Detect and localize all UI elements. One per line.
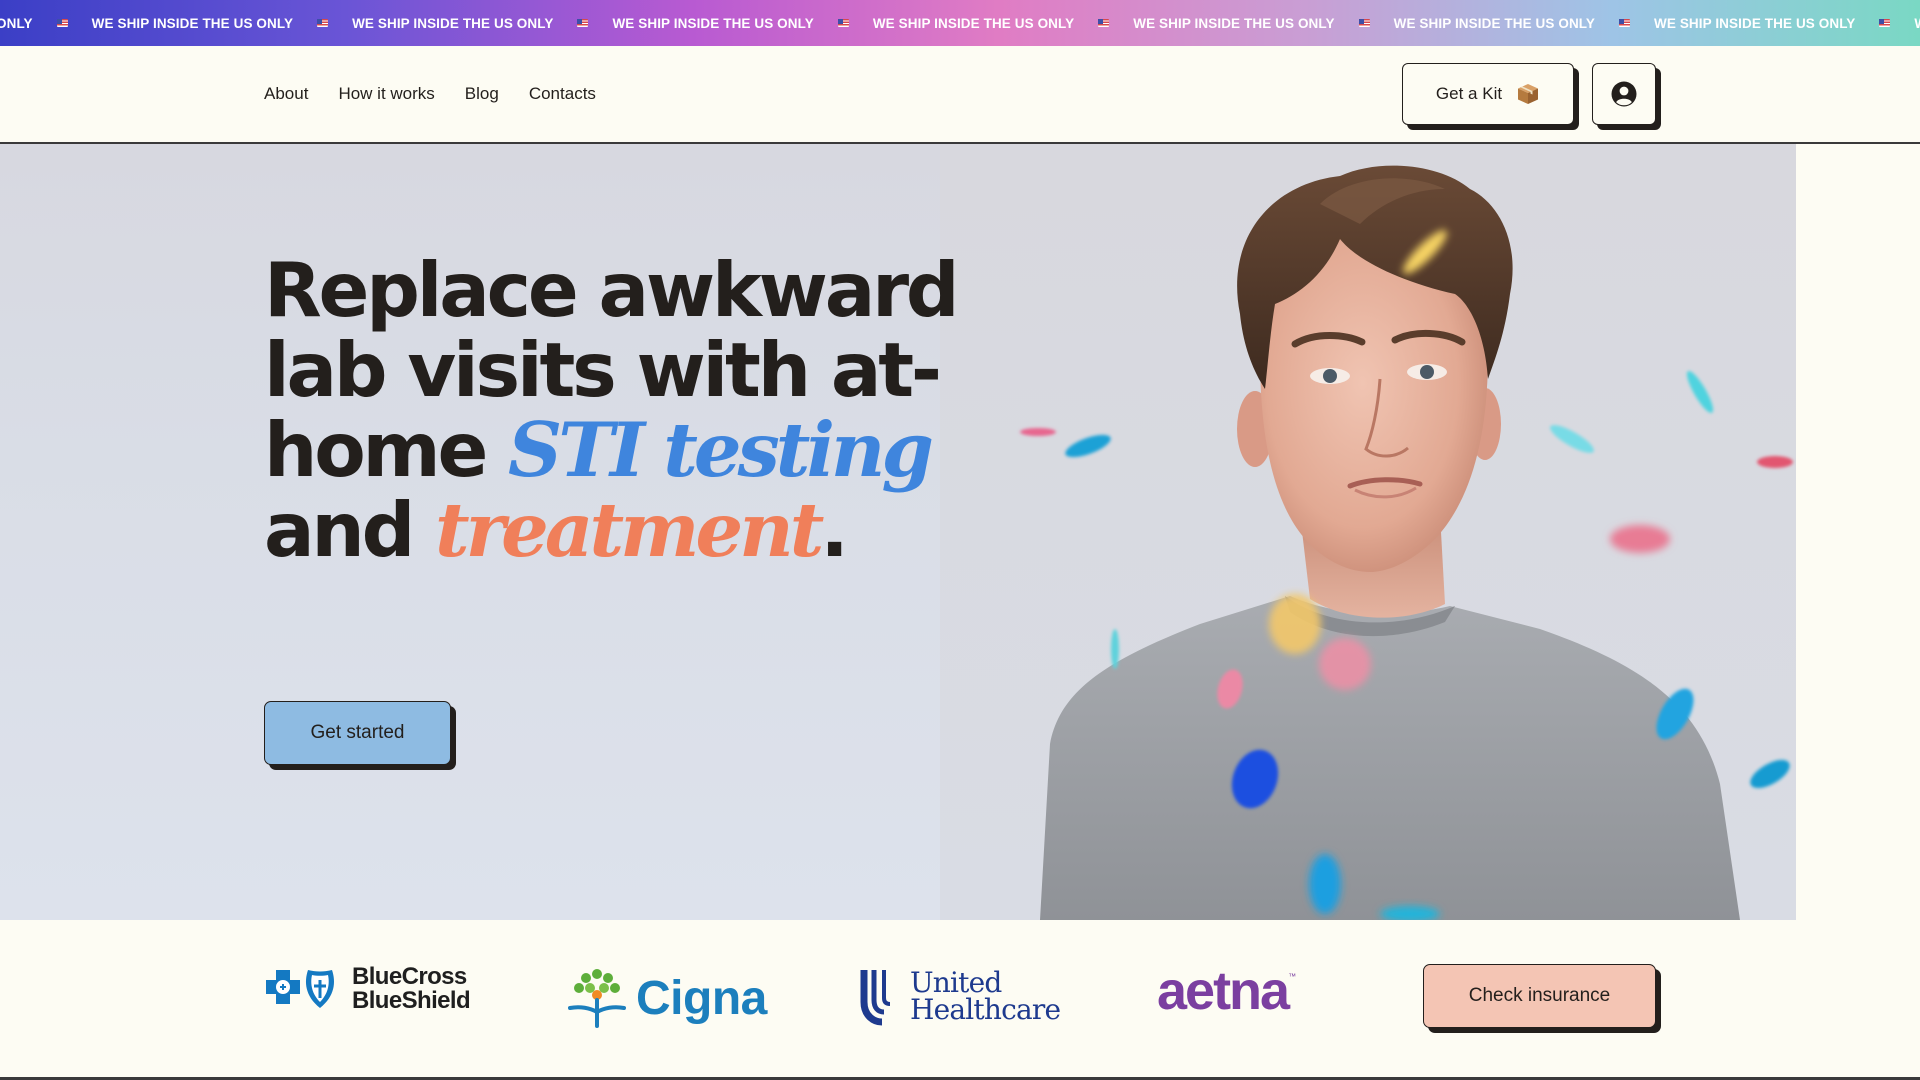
aetna-logo: aetna ™ [1157,960,1296,1022]
bluecross-blueshield-logo: BlueCross BlueShield [264,963,471,1014]
hero-section: Replace awkward lab visits with at-home … [0,144,1920,920]
main-nav: About How it works Blog Contacts [264,46,596,142]
headline-highlight-treatment: treatment [435,486,824,574]
us-flag-icon [317,19,329,27]
bcbs-cross-shield-icon [266,970,335,1008]
banner-item: WE SHIP I [1890,16,1920,31]
banner-item: WE SHIP INSIDE THE US ONLY [68,15,329,31]
hero-photo-young-man-confetti [940,144,1796,920]
banner-text: WE SHIP INSIDE THE US ONLY [612,15,814,31]
headline-highlight-sti-testing: STI testing [508,406,934,494]
insurance-partners-strip: BlueCross BlueShield Cigna United Health… [0,920,1920,1080]
check-insurance-button[interactable]: Check insurance [1423,964,1656,1028]
banner-text: WE SHIP INSIDE THE US ONLY [1393,15,1596,31]
us-flag-icon [1358,19,1370,27]
shipping-banner: ONLY WE SHIP INSIDE THE US ONLY WE SHIP … [0,0,1920,46]
account-button[interactable] [1592,63,1656,125]
cigna-wordmark: Cigna [636,971,767,1025]
cigna-logo: Cigna [564,964,767,1032]
get-started-button[interactable]: Get started [264,701,451,765]
hero-headline: Replace awkward lab visits with at-home … [264,250,964,570]
banner-item: WE SHIP INSIDE THE US ONLY [849,15,1110,31]
banner-text: WE SHIP INSIDE THE US ONLY [872,15,1075,31]
get-kit-label: Get a Kit [1435,84,1503,103]
united-healthcare-logo: United Healthcare [860,966,1061,1026]
us-flag-icon [1879,19,1891,27]
aetna-trademark: ™ [1288,972,1297,981]
user-circle-icon [1611,81,1637,107]
cigna-tree-icon [568,969,626,1028]
banner-item: WE SHIP INSIDE THE US ONLY [1630,15,1891,31]
banner-text: WE SHIP INSIDE THE US ONLY [352,15,554,31]
banner-text: WE SHIP INSIDE THE US ONLY [91,15,294,31]
nav-link-contacts[interactable]: Contacts [529,84,596,104]
banner-text: ONLY [0,15,33,31]
bcbs-line1: BlueCross [352,963,467,990]
get-kit-button[interactable]: Get a Kit [1402,63,1574,125]
site-header: About How it works Blog Contacts Get a K… [0,46,1920,144]
us-flag-icon [1098,19,1110,27]
banner-item: WE SHIP INSIDE THE US ONLY [588,15,849,31]
us-flag-icon [1619,19,1631,27]
us-flag-icon [837,19,849,27]
banner-text: WE SHIP I [1890,16,1920,31]
banner-text: WE SHIP INSIDE THE US ONLY [1133,15,1335,31]
us-flag-icon [56,19,68,27]
uhc-u-icon [860,970,891,1026]
uhc-line2: Healthcare [910,993,1061,1026]
headline-period: . [820,486,849,574]
package-box-icon [1518,84,1539,104]
aetna-wordmark: aetna [1157,961,1290,1021]
banner-item: WE SHIP INSIDE THE US ONLY [1109,15,1370,31]
nav-link-about[interactable]: About [264,84,308,104]
hero-right-margin [1796,144,1920,920]
nav-link-how-it-works[interactable]: How it works [338,84,434,104]
banner-item: ONLY [0,16,68,31]
uhc-line1: United [910,966,1002,999]
banner-track: ONLY WE SHIP INSIDE THE US ONLY WE SHIP … [0,0,1920,46]
banner-text: WE SHIP INSIDE THE US ONLY [1654,15,1856,31]
banner-item: WE SHIP INSIDE THE US ONLY [1370,15,1631,31]
us-flag-icon [577,19,589,27]
nav-link-blog[interactable]: Blog [465,84,499,104]
banner-item: WE SHIP INSIDE THE US ONLY [328,15,589,31]
headline-text-and: and [264,486,436,574]
bcbs-line2: BlueShield [352,987,471,1014]
